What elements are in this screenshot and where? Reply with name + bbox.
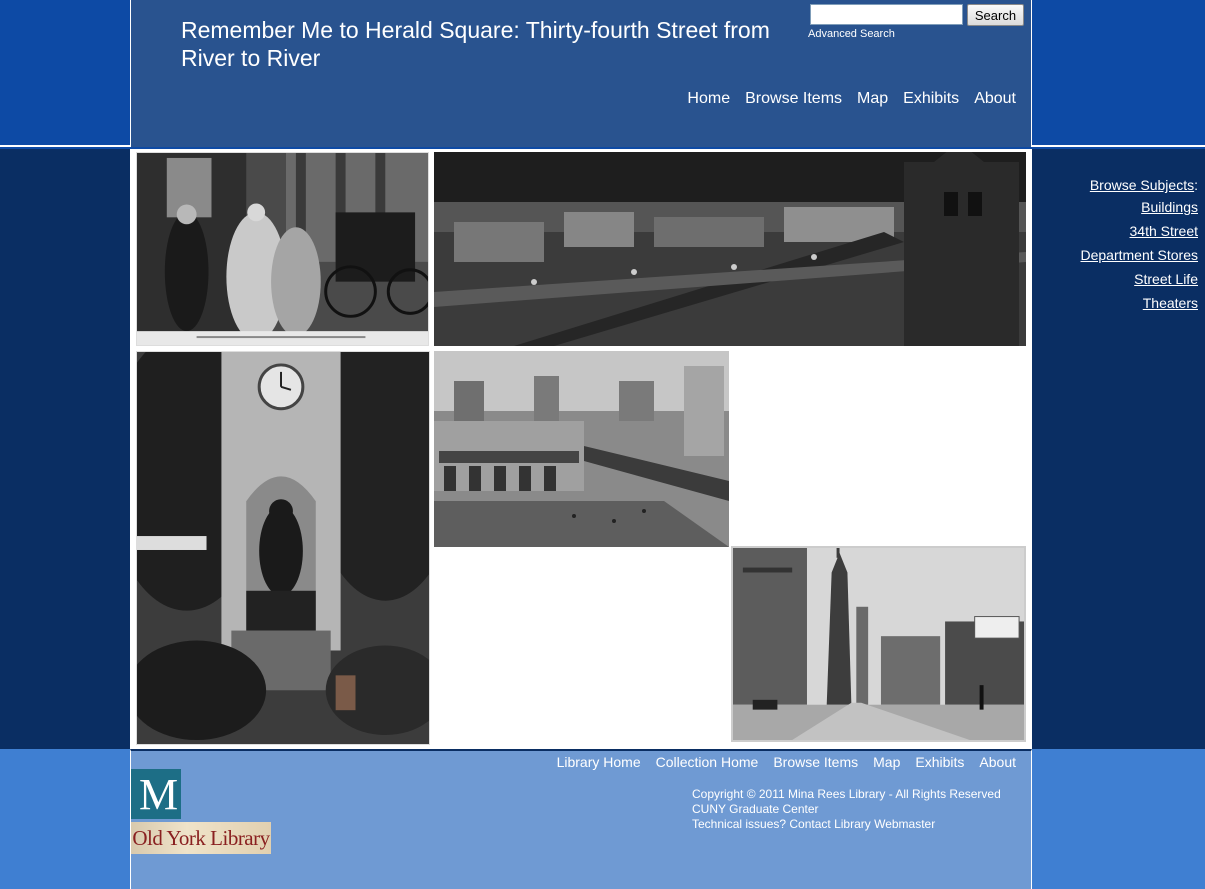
empire-state-street-photo[interactable] xyxy=(731,546,1026,742)
logo-letter: M xyxy=(139,770,179,819)
copyright-line: Copyright © 2011 Mina Rees Library - All… xyxy=(692,787,1001,801)
subject-theaters[interactable]: Theaters xyxy=(1081,295,1198,311)
street-scene-carriage-photo[interactable] xyxy=(136,152,429,346)
subjects-sidebar: Browse Subjects: Buildings 34th Street D… xyxy=(1081,177,1199,319)
webmaster-contact-line[interactable]: Technical issues? Contact Library Webmas… xyxy=(692,817,1001,832)
footer-nav: Library Home Collection Home Browse Item… xyxy=(557,754,1016,770)
institution-line: CUNY Graduate Center xyxy=(692,802,819,816)
mina-rees-logo[interactable]: M xyxy=(131,769,181,819)
photo-gallery xyxy=(130,149,1032,749)
subject-34th-street[interactable]: 34th Street xyxy=(1081,223,1199,239)
footer-nav-collection-home[interactable]: Collection Home xyxy=(656,754,759,770)
footer-nav-map[interactable]: Map xyxy=(873,754,900,770)
elevated-railway-panorama-photo[interactable] xyxy=(434,152,1026,346)
nav-exhibits[interactable]: Exhibits xyxy=(903,90,959,108)
footer-nav-library-home[interactable]: Library Home xyxy=(557,754,641,770)
site-title[interactable]: Remember Me to Herald Square: Thirty-fou… xyxy=(181,16,821,72)
herald-square-monument-photo[interactable] xyxy=(136,351,430,745)
footer-nav-about[interactable]: About xyxy=(979,754,1016,770)
old-york-library-logo-text: Old York Library xyxy=(132,825,270,850)
subject-buildings[interactable]: Buildings xyxy=(1081,199,1198,215)
browse-subjects-colon: : xyxy=(1194,177,1198,193)
copyright-block: Copyright © 2011 Mina Rees Library - All… xyxy=(692,787,1001,832)
footer-nav-browse-items[interactable]: Browse Items xyxy=(773,754,858,770)
search-button[interactable]: Search xyxy=(967,4,1024,26)
nav-home[interactable]: Home xyxy=(687,90,730,108)
subject-street-life[interactable]: Street Life xyxy=(1081,271,1198,287)
nav-map[interactable]: Map xyxy=(857,90,888,108)
herald-square-aerial-photo[interactable] xyxy=(434,351,729,547)
nav-browse-items[interactable]: Browse Items xyxy=(745,90,842,108)
header: Remember Me to Herald Square: Thirty-fou… xyxy=(130,0,1032,147)
main-nav: Home Browse Items Map Exhibits About xyxy=(687,90,1016,108)
old-york-library-logo[interactable]: Old York Library xyxy=(131,822,271,854)
search-input[interactable] xyxy=(810,4,963,25)
nav-about[interactable]: About xyxy=(974,90,1016,108)
advanced-search-link[interactable]: Advanced Search xyxy=(808,28,895,40)
footer: Library Home Collection Home Browse Item… xyxy=(130,749,1032,889)
subject-department-stores[interactable]: Department Stores xyxy=(1081,247,1199,263)
browse-subjects-link[interactable]: Browse Subjects xyxy=(1090,177,1194,193)
footer-nav-exhibits[interactable]: Exhibits xyxy=(915,754,964,770)
